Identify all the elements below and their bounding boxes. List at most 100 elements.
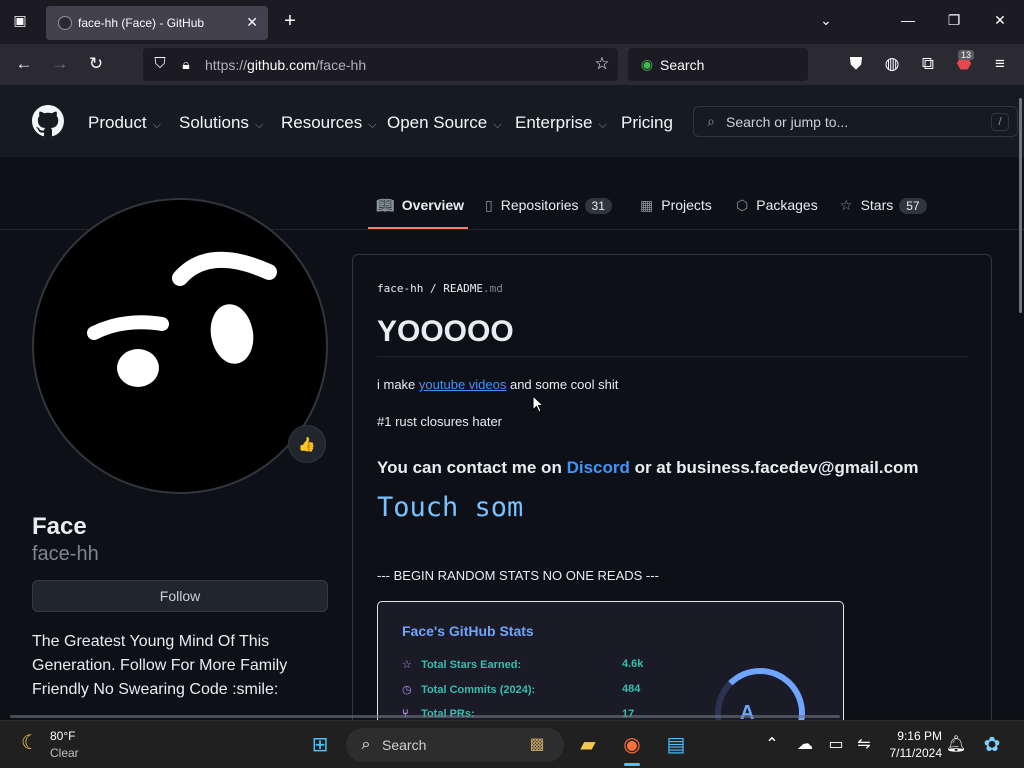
horizontal-scrollbar[interactable] xyxy=(10,715,840,718)
reload-icon[interactable]: ↻ xyxy=(85,54,107,74)
nav-open-source[interactable]: Open Source ⌵ xyxy=(387,113,502,133)
tab-stars[interactable]: ☆ Stars 57 xyxy=(840,197,927,214)
package-icon: ⬡ xyxy=(736,197,749,213)
avatar[interactable] xyxy=(32,198,328,494)
active-tab-underline xyxy=(368,227,468,229)
back-icon[interactable]: ← xyxy=(13,54,35,74)
extensions-icon[interactable]: ⧉ xyxy=(917,54,939,74)
weather-temperature[interactable]: 80°F xyxy=(50,729,75,743)
github-search-input[interactable]: ⌕ Search or jump to... / xyxy=(693,106,1018,137)
table-icon: ▦ xyxy=(640,197,654,213)
browser-tab-title: face-hh (Face) - GitHub xyxy=(78,16,205,30)
discord-link[interactable]: Discord xyxy=(567,458,630,477)
copilot-icon[interactable]: ✿ xyxy=(980,733,1004,757)
readme-line-rust: #1 rust closures hater xyxy=(377,414,503,429)
tab-packages[interactable]: ⬡ Packages xyxy=(736,197,818,214)
maximize-icon[interactable]: ❐ xyxy=(944,12,964,29)
chevron-up-icon[interactable]: ⌃ xyxy=(760,733,784,757)
chevron-down-icon: ⌵ xyxy=(254,119,264,131)
mouse-cursor-icon xyxy=(532,395,544,413)
close-tab-icon[interactable]: ✕ xyxy=(246,14,258,31)
list-tabs-chevron-icon[interactable]: ⌄ xyxy=(816,12,836,29)
github-header: Product ⌵ Solutions ⌵ Resources ⌵ Open Sour… xyxy=(0,85,1024,157)
profile-name: Face xyxy=(32,513,87,540)
chevron-down-icon: ⌵ xyxy=(493,119,502,131)
stat-value-commits: 484 xyxy=(622,683,641,695)
readme-divider xyxy=(377,356,969,357)
vertical-scrollbar[interactable] xyxy=(1019,98,1022,313)
weather-condition[interactable]: Clear xyxy=(50,746,79,760)
search-icon: ⌕ xyxy=(361,736,371,753)
tab-overview[interactable]: 📖︎ Overview xyxy=(376,197,464,214)
repositories-count: 31 xyxy=(584,198,612,214)
tab-overview-icon[interactable]: ▣ xyxy=(10,12,30,29)
follow-button[interactable]: Follow xyxy=(32,580,328,612)
readme-typing-text: Touch som xyxy=(377,492,524,523)
display-icon[interactable]: ▭ xyxy=(824,733,848,757)
stat-row-commits: ◷ Total Commits (2024): xyxy=(402,684,536,696)
readme-contact: You can contact me on Discord or at busi… xyxy=(377,458,919,477)
github-stats-card: Face's GitHub Stats ☆ Total Stars Earned… xyxy=(377,601,844,726)
windows-start-icon[interactable]: ⊞ xyxy=(308,733,332,757)
browser-search-bar[interactable]: ◉ Search xyxy=(628,48,808,81)
url-text: https://github.com/face-hh xyxy=(205,57,367,73)
nav-solutions[interactable]: Solutions ⌵ xyxy=(179,113,263,133)
github-logo-icon[interactable] xyxy=(32,105,64,137)
account-icon[interactable]: ◍ xyxy=(881,54,903,74)
pocket-icon[interactable]: ⛊ xyxy=(845,54,867,74)
stat-value-prs: 17 xyxy=(622,708,635,720)
browser-search-placeholder: Search xyxy=(660,57,705,73)
pull-request-icon: ⑂ xyxy=(402,708,409,720)
tab-repositories[interactable]: ▯ Repositories 31 xyxy=(485,197,612,214)
status-emoji-button[interactable]: 👍 xyxy=(288,425,326,463)
book-icon: 📖︎ xyxy=(376,197,394,213)
nav-pricing[interactable]: Pricing xyxy=(621,113,673,133)
menu-icon[interactable]: ≡ xyxy=(989,54,1011,74)
readme-path: face-hh / README.md xyxy=(377,282,503,295)
moon-weather-icon[interactable]: ☾ xyxy=(18,731,42,755)
notifications-bell-icon[interactable]: 🔔︎ xyxy=(944,733,968,757)
minimize-icon[interactable]: — xyxy=(898,12,918,28)
cloud-offline-icon[interactable]: ☁ xyxy=(793,733,817,757)
firefox-icon[interactable]: ◉ xyxy=(620,733,644,757)
repo-icon: ▯ xyxy=(485,197,493,213)
nav-product[interactable]: Product ⌵ xyxy=(88,113,161,133)
active-app-indicator xyxy=(624,763,640,766)
clock-date[interactable]: 7/11/2024 xyxy=(884,746,943,760)
nav-resources[interactable]: Resources ⌵ xyxy=(281,113,377,133)
notepad-icon[interactable]: ▤ xyxy=(664,733,688,757)
search-highlight-icon: ▩ xyxy=(529,736,545,753)
lock-icon[interactable]: 🔒︎ xyxy=(175,54,197,74)
network-icon[interactable]: ⇋ xyxy=(852,733,876,757)
github-search-placeholder: Search or jump to... xyxy=(726,114,849,130)
search-shortcut-key: / xyxy=(991,113,1009,131)
stat-row-stars: ☆ Total Stars Earned: xyxy=(402,659,522,671)
star-icon: ☆ xyxy=(402,659,412,671)
close-window-icon[interactable]: ✕ xyxy=(990,12,1010,29)
profile-login: face-hh xyxy=(32,543,99,565)
tab-projects[interactable]: ▦ Projects xyxy=(640,197,712,214)
star-icon: ☆ xyxy=(840,197,853,213)
nav-enterprise[interactable]: Enterprise ⌵ xyxy=(515,113,607,133)
forward-icon[interactable]: → xyxy=(49,54,71,74)
stars-count: 57 xyxy=(899,198,927,214)
shield-icon[interactable]: ⛉ xyxy=(149,54,171,74)
profile-bio: The Greatest Young Mind Of This Generati… xyxy=(32,633,288,698)
windows-taskbar: ☾ 80°F Clear ⊞ ⌕ Search ▩ ▰ ◉ ▤ ⌃ ☁ ▭ ⇋ … xyxy=(0,720,1024,768)
readme-heading: YOOOOO xyxy=(377,315,514,348)
new-tab-icon[interactable]: + xyxy=(280,10,300,33)
browser-tab[interactable]: face-hh (Face) - GitHub ✕ xyxy=(46,6,268,40)
clock-time[interactable]: 9:16 PM xyxy=(884,729,942,743)
stats-card-title: Face's GitHub Stats xyxy=(402,623,534,639)
youtube-videos-link[interactable]: youtube videos xyxy=(419,377,506,392)
url-bar[interactable]: ⛉ 🔒︎ https://github.com/face-hh ☆ xyxy=(143,48,618,81)
chevron-down-icon: ⌵ xyxy=(368,119,377,131)
stat-value-stars: 4.6k xyxy=(622,658,644,670)
taskbar-search-label: Search xyxy=(382,737,427,753)
browser-navbar: ← → ↻ ⛉ 🔒︎ https://github.com/face-hh ☆ … xyxy=(0,44,1024,85)
taskbar-search[interactable]: ⌕ Search ▩ xyxy=(346,728,564,762)
extension-badge: 13 xyxy=(958,50,975,60)
bookmark-star-icon[interactable]: ☆ xyxy=(591,54,613,74)
file-explorer-icon[interactable]: ▰ xyxy=(576,733,600,757)
search-icon: ⌕ xyxy=(707,113,715,129)
